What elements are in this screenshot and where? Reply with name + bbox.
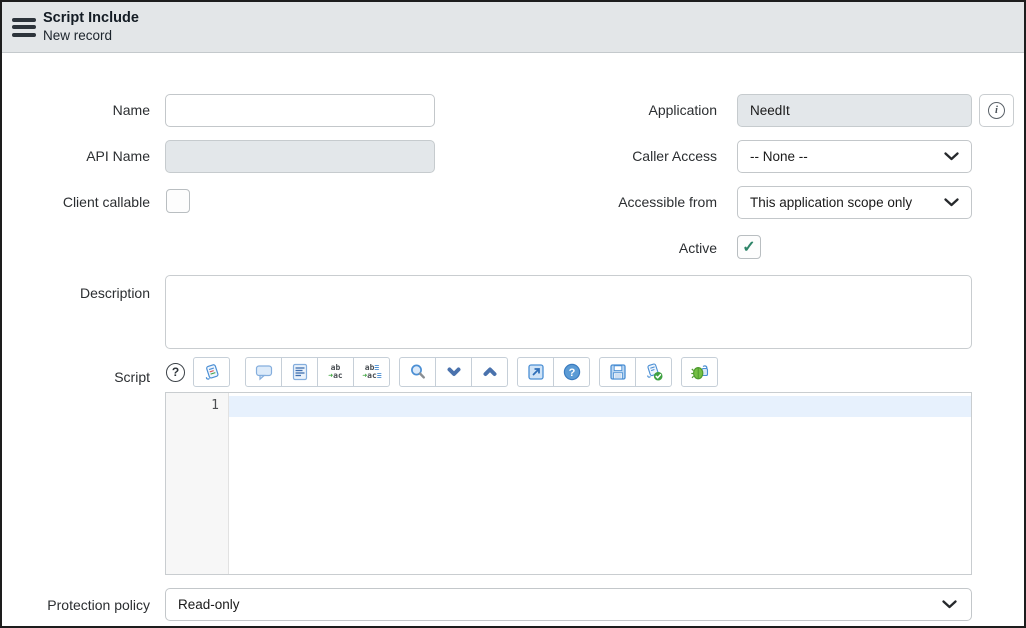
svg-text:?: ?	[568, 367, 575, 379]
info-icon: i	[988, 102, 1005, 119]
protection-policy-select[interactable]: Read-only	[165, 588, 972, 621]
name-label: Name	[2, 102, 150, 118]
replace-icon: ab ➜ac	[328, 364, 342, 380]
accessible-from-label: Accessible from	[618, 194, 717, 210]
description-textarea[interactable]	[165, 275, 972, 349]
syntax-editor-icon	[202, 362, 222, 382]
code-area[interactable]	[229, 393, 971, 574]
caller-access-select[interactable]: -- None --	[737, 140, 972, 173]
accessible-from-select[interactable]: This application scope only	[737, 186, 972, 219]
script-label: Script	[2, 369, 150, 385]
script-code-editor[interactable]: 1	[165, 392, 972, 575]
open-in-new-window-icon	[526, 362, 546, 382]
find-next-button[interactable]	[435, 357, 472, 387]
replace-all-button[interactable]: ab≡ ➜ac≡	[353, 357, 390, 387]
client-callable-checkbox[interactable]	[166, 189, 190, 213]
accessible-from-value: This application scope only	[750, 195, 912, 210]
chevron-down-icon	[944, 198, 959, 207]
open-in-new-window-button[interactable]	[517, 357, 554, 387]
save-icon	[608, 362, 628, 382]
find-previous-button[interactable]	[471, 357, 508, 387]
application-field: NeedIt	[737, 94, 972, 127]
protection-policy-value: Read-only	[178, 597, 240, 612]
application-value: NeedIt	[750, 103, 790, 118]
context-menu-icon[interactable]	[12, 14, 36, 40]
page-title: Script Include	[43, 9, 139, 27]
format-code-icon	[290, 362, 310, 382]
search-icon	[408, 362, 428, 382]
debug-icon	[690, 362, 710, 382]
replace-all-icon: ab≡ ➜ac≡	[362, 364, 380, 380]
application-info-button[interactable]: i	[979, 94, 1014, 127]
api-name-label: API Name	[2, 148, 150, 164]
line-number: 1	[166, 398, 219, 413]
syntax-check-button[interactable]	[635, 357, 672, 387]
script-editor-toolbar: ?	[166, 357, 718, 387]
caller-access-label: Caller Access	[632, 148, 717, 164]
check-icon: ✓	[742, 237, 755, 257]
chevron-down-icon	[942, 600, 957, 609]
active-label: Active	[679, 240, 717, 256]
page-subtitle: New record	[43, 27, 139, 45]
api-name-field	[165, 140, 435, 173]
line-number-gutter: 1	[166, 393, 229, 574]
name-input[interactable]	[165, 94, 435, 127]
chevron-up-icon	[480, 362, 500, 382]
active-checkbox[interactable]: ✓	[737, 235, 761, 259]
editor-help-button[interactable]: ?	[553, 357, 590, 387]
caller-access-value: -- None --	[750, 149, 808, 164]
chevron-down-icon	[944, 152, 959, 161]
comment-icon	[254, 362, 274, 382]
help-icon: ?	[562, 362, 582, 382]
chevron-down-icon	[444, 362, 464, 382]
active-line-highlight	[229, 396, 971, 417]
toggle-comment-button[interactable]	[245, 357, 282, 387]
search-button[interactable]	[399, 357, 436, 387]
client-callable-label: Client callable	[2, 194, 150, 210]
description-label: Description	[2, 285, 150, 301]
syntax-editor-button[interactable]	[193, 357, 230, 387]
debug-button[interactable]	[681, 357, 718, 387]
header-titles: Script Include New record	[43, 9, 139, 45]
replace-button[interactable]: ab ➜ac	[317, 357, 354, 387]
syntax-check-icon	[644, 362, 664, 382]
format-code-button[interactable]	[281, 357, 318, 387]
form-header: Script Include New record	[2, 2, 1024, 53]
save-button[interactable]	[599, 357, 636, 387]
script-help-icon[interactable]: ?	[166, 363, 185, 382]
application-label: Application	[649, 102, 718, 118]
script-include-form-window: Script Include New record Name Applicati…	[0, 0, 1026, 628]
protection-policy-label: Protection policy	[2, 597, 150, 613]
